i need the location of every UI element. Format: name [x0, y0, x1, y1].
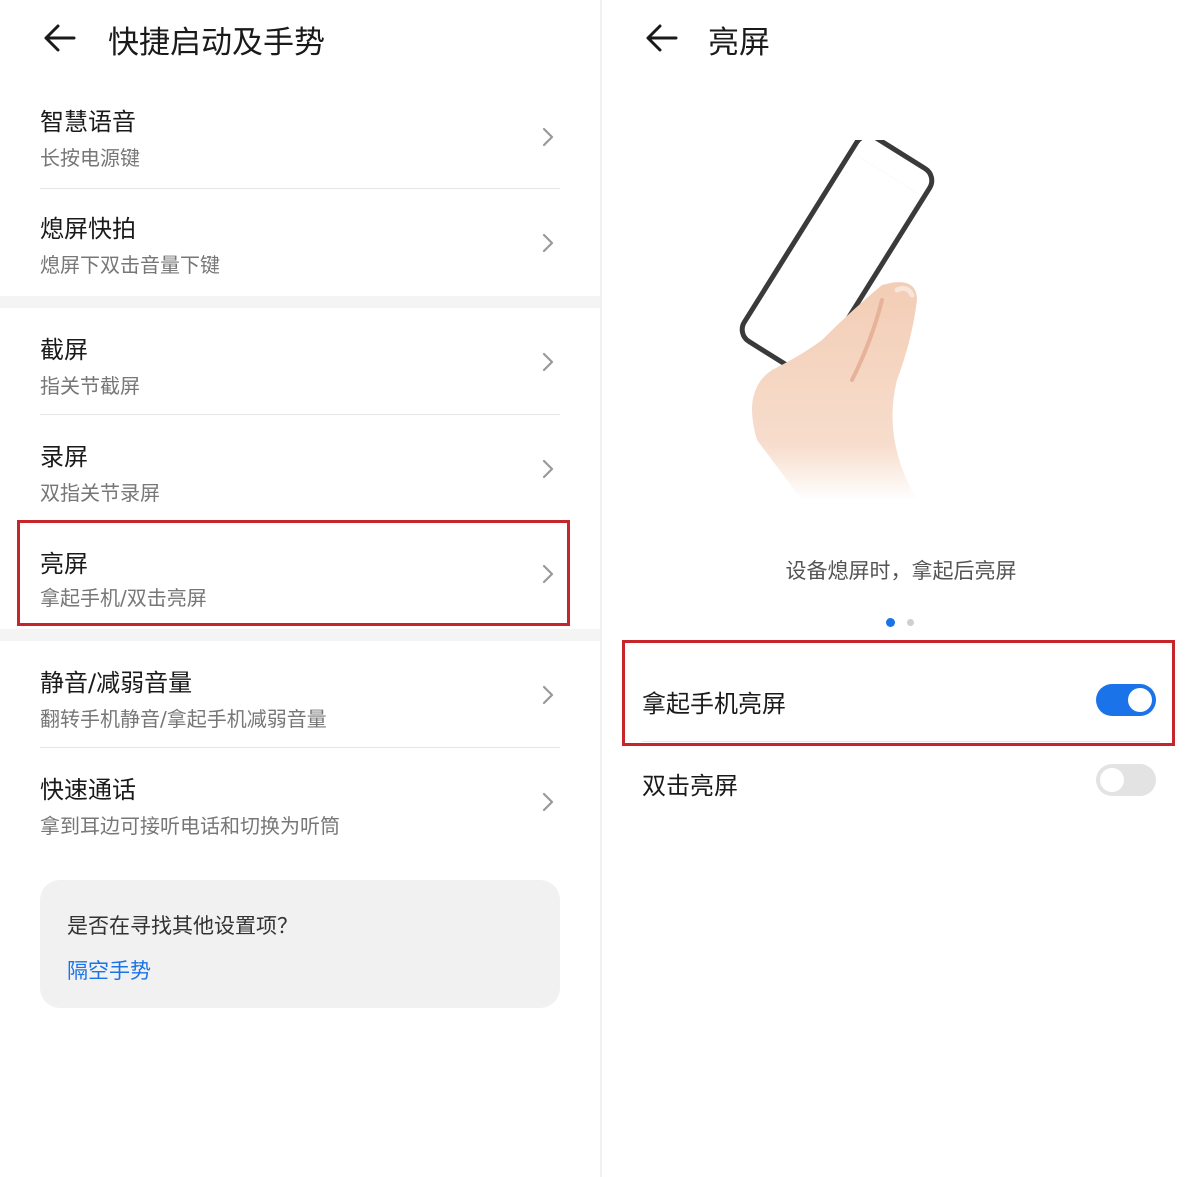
- highlight-box: [622, 640, 1175, 746]
- suggestion-question: 是否在寻找其他设置项？: [67, 914, 298, 938]
- double-tap-wake-toggle[interactable]: [1096, 764, 1156, 796]
- list-item-screenshot[interactable]: 截屏 指关节截屏: [0, 308, 600, 415]
- list-item-label: 录屏: [40, 443, 88, 471]
- list-item-label: 快速通话: [40, 776, 136, 804]
- switch-label: 双击亮屏: [642, 772, 738, 800]
- chevron-right-icon: [542, 352, 554, 372]
- chevron-right-icon: [542, 127, 554, 147]
- page-indicator-inactive: [907, 619, 914, 626]
- page-indicator-active: [886, 618, 895, 627]
- page-title: 亮屏: [708, 25, 770, 61]
- page-title: 快捷启动及手势: [108, 25, 325, 61]
- section-gap: [0, 296, 600, 308]
- highlight-box: [17, 520, 570, 626]
- list-item-quick-call[interactable]: 快速通话 拿到耳边可接听电话和切换为听筒: [0, 748, 600, 854]
- list-item-label: 智慧语音: [40, 108, 136, 136]
- list-item-sublabel: 拿到耳边可接听电话和切换为听筒: [40, 814, 340, 838]
- chevron-right-icon: [542, 792, 554, 812]
- list-item-sublabel: 指关节截屏: [40, 374, 140, 398]
- list-item-sublabel: 长按电源键: [40, 146, 140, 170]
- toggle-knob: [1100, 768, 1124, 792]
- chevron-right-icon: [542, 685, 554, 705]
- left-screen: 快捷启动及手势 智慧语音 长按电源键 熄屏快拍 熄屏下双击音量下键 截屏 指关节…: [0, 0, 600, 1177]
- suggestion-card: 是否在寻找其他设置项？ 隔空手势: [40, 880, 560, 1008]
- air-gesture-link[interactable]: 隔空手势: [67, 955, 151, 985]
- back-arrow-icon[interactable]: [642, 18, 682, 58]
- list-item-sublabel: 翻转手机静音/拿起手机减弱音量: [40, 707, 327, 731]
- list-item-label: 熄屏快拍: [40, 215, 136, 243]
- hand-holding-phone-illustration: [739, 140, 935, 500]
- list-item-sublabel: 熄屏下双击音量下键: [40, 253, 220, 277]
- back-arrow-icon[interactable]: [40, 18, 80, 58]
- chevron-right-icon: [542, 233, 554, 253]
- list-item-label: 截屏: [40, 336, 88, 364]
- list-item-screen-record[interactable]: 录屏 双指关节录屏: [0, 415, 600, 521]
- list-item-label: 静音/减弱音量: [40, 669, 193, 697]
- list-item-smart-voice[interactable]: 智慧语音 长按电源键: [0, 82, 600, 189]
- illustration-caption: 设备熄屏时，拿起后亮屏: [785, 559, 1017, 583]
- section-gap: [0, 629, 600, 641]
- list-item-sublabel: 双指关节录屏: [40, 481, 160, 505]
- switch-row-double-tap-wake[interactable]: 双击亮屏: [624, 746, 1174, 816]
- right-screen: 亮屏 设备熄屏时，拿起后亮屏 拿起手机亮屏 双击亮屏: [602, 0, 1200, 1177]
- chevron-right-icon: [542, 459, 554, 479]
- list-item-mute[interactable]: 静音/减弱音量 翻转手机静音/拿起手机减弱音量: [0, 641, 600, 748]
- list-item-screen-off-snapshot[interactable]: 熄屏快拍 熄屏下双击音量下键: [0, 189, 600, 295]
